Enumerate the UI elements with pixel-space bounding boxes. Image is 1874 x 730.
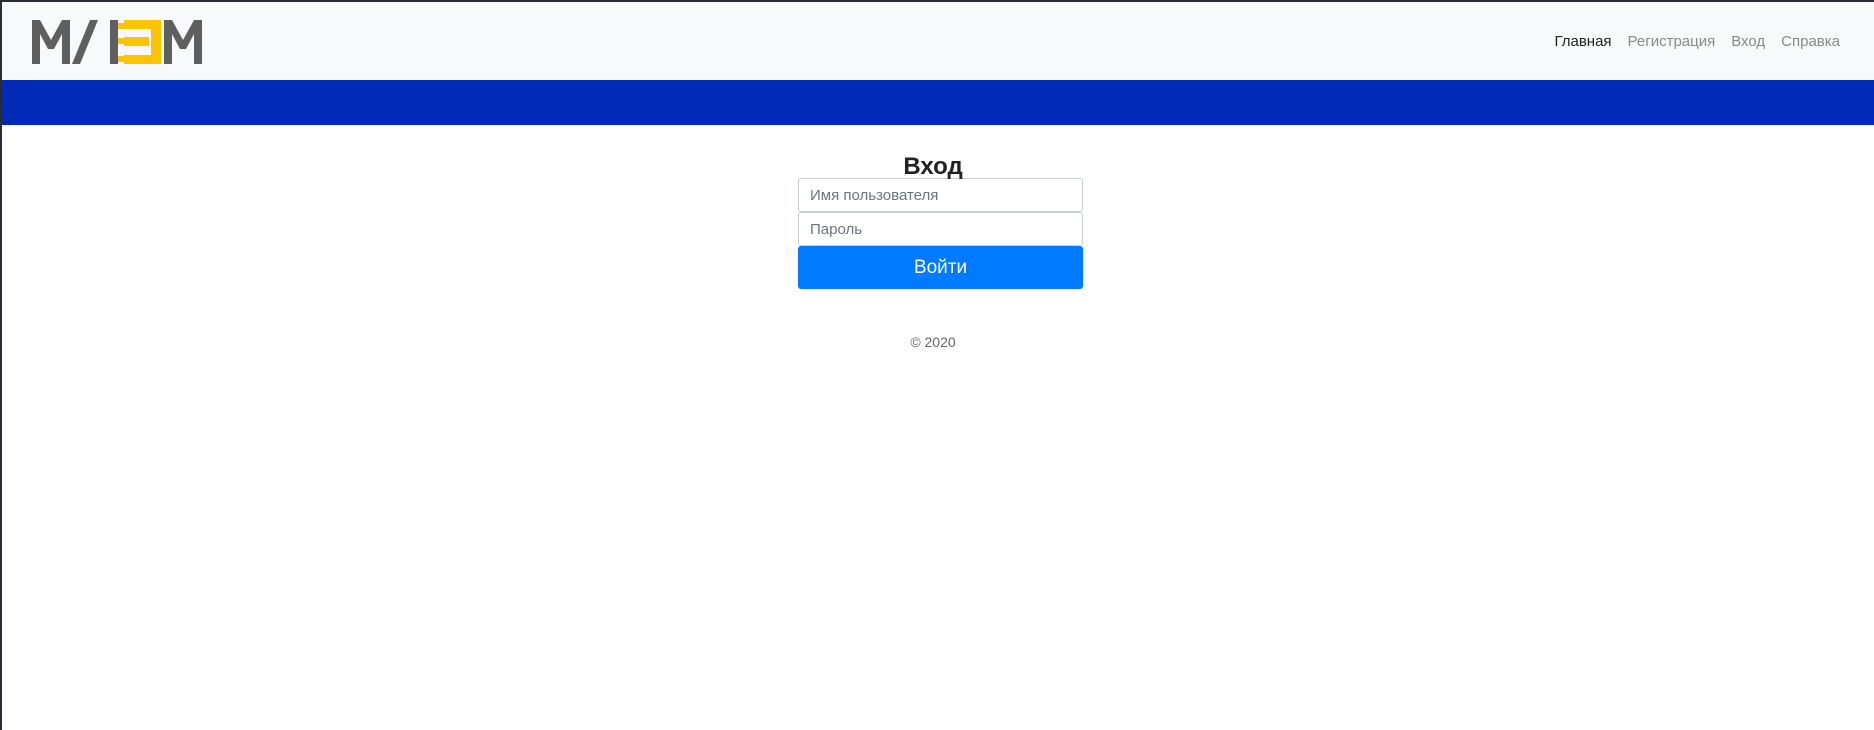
blue-banner xyxy=(2,80,1874,125)
login-title: Вход xyxy=(903,153,963,181)
login-form: Вход Войти xyxy=(798,153,1083,289)
login-button[interactable]: Войти xyxy=(798,246,1083,289)
username-input[interactable] xyxy=(798,178,1083,212)
main-nav: Главная Регистрация Вход Справка xyxy=(1554,32,1840,52)
footer-copyright: © 2020 xyxy=(910,334,956,350)
nav-home-link[interactable]: Главная xyxy=(1554,32,1611,52)
nav-login-link[interactable]: Вход xyxy=(1731,32,1765,52)
password-input[interactable] xyxy=(798,212,1083,246)
page: Главная Регистрация Вход Справка Вход Во… xyxy=(0,0,1874,730)
miem-logo[interactable] xyxy=(32,20,212,66)
nav-help-link[interactable]: Справка xyxy=(1781,32,1840,52)
navbar: Главная Регистрация Вход Справка xyxy=(2,2,1874,80)
nav-registration-link[interactable]: Регистрация xyxy=(1628,32,1716,52)
